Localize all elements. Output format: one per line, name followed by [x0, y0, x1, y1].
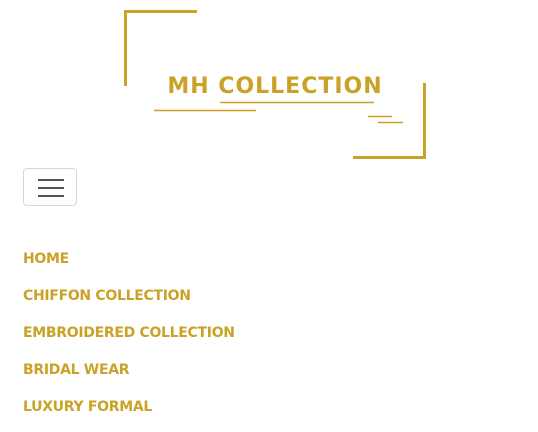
hamburger-menu-icon [38, 187, 64, 189]
nav-item-chiffon-collection: CHIFFON COLLECTION [23, 285, 235, 322]
brand-logo[interactable]: MH COLLECTION [124, 10, 426, 159]
nav-link-home[interactable]: HOME [23, 251, 69, 267]
nav-item-home: HOME [23, 248, 235, 285]
hamburger-menu-icon [38, 179, 64, 181]
brand-logo-text: MH COLLECTION [167, 74, 383, 99]
page: MH COLLECTION HOME CHIFFON COLLECTION EM… [0, 0, 538, 432]
hamburger-menu-icon [38, 195, 64, 197]
nav-item-bridal-wear: BRIDAL WEAR [23, 359, 235, 396]
nav-item-embroidered-collection: EMBROIDERED COLLECTION [23, 322, 235, 359]
nav-link-embroidered-collection[interactable]: EMBROIDERED COLLECTION [23, 325, 235, 341]
nav-item-luxury-formal: LUXURY FORMAL [23, 396, 235, 432]
nav-link-bridal-wear[interactable]: BRIDAL WEAR [23, 362, 130, 378]
nav-link-chiffon-collection[interactable]: CHIFFON COLLECTION [23, 288, 191, 304]
main-nav-menu: HOME CHIFFON COLLECTION EMBROIDERED COLL… [23, 248, 235, 432]
navbar-toggle-button[interactable] [23, 168, 77, 206]
nav-link-luxury-formal[interactable]: LUXURY FORMAL [23, 399, 152, 415]
